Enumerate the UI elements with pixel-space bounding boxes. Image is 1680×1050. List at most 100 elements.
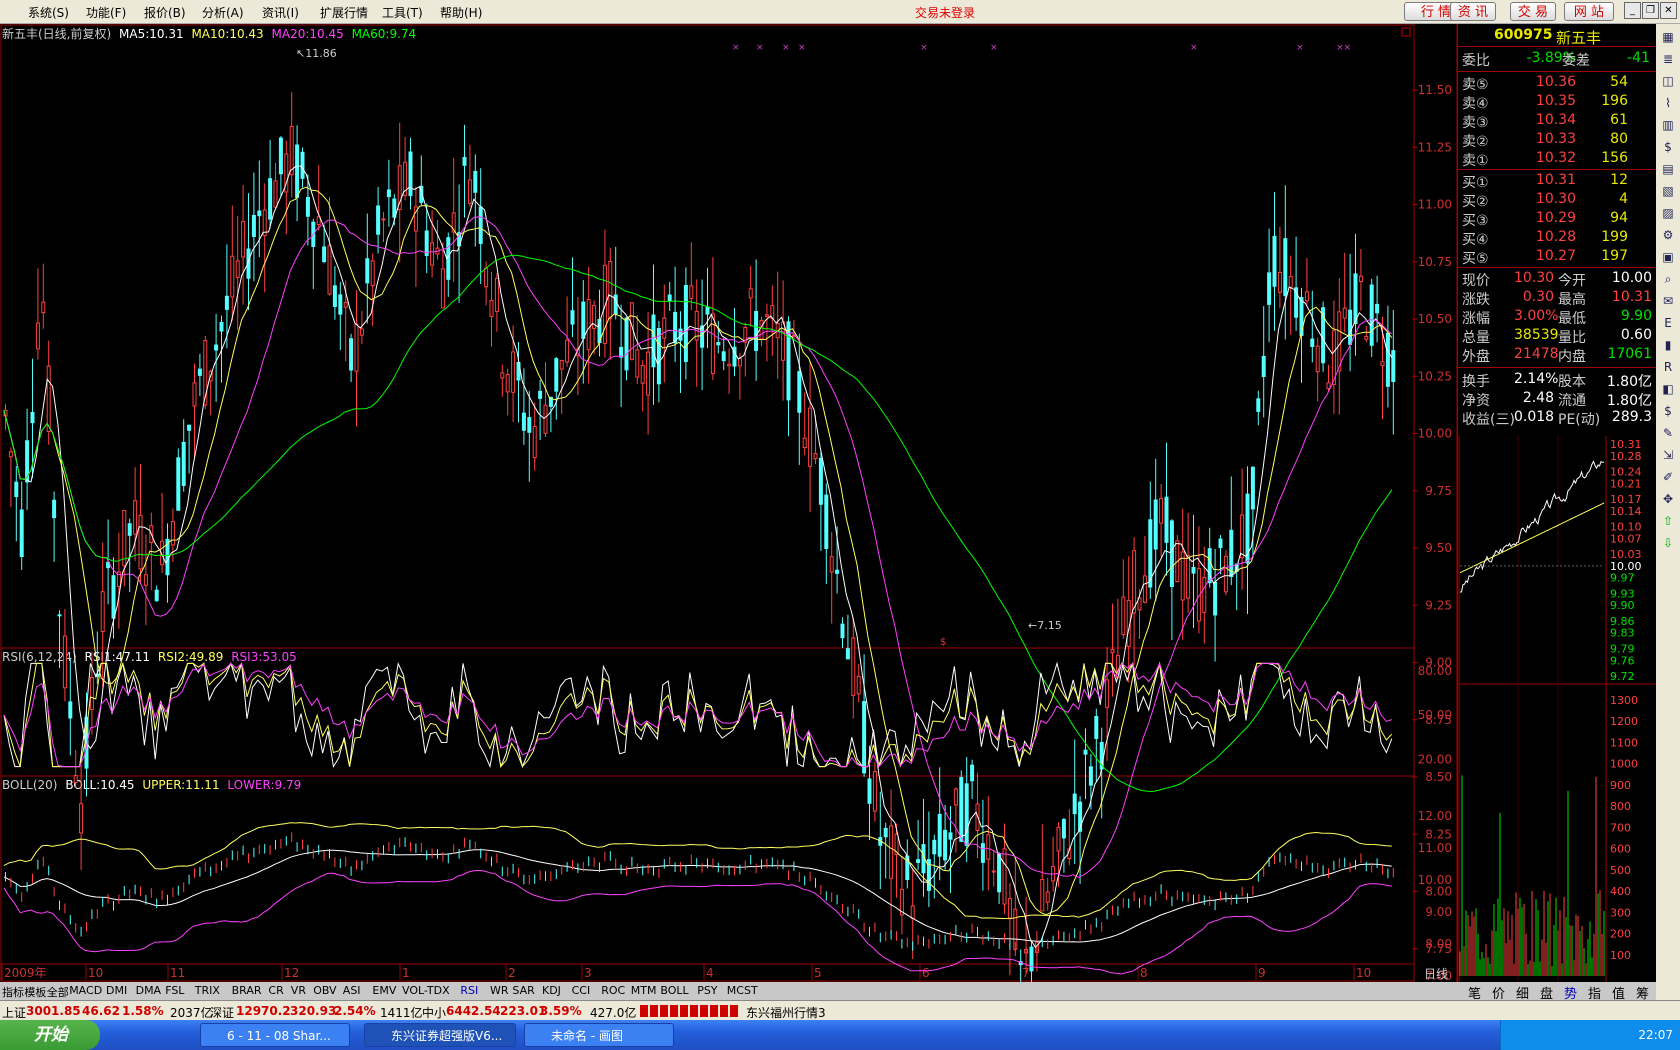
table-icon[interactable]: ▤ [1660, 162, 1676, 176]
menu-tools[interactable]: 工具(T) [382, 4, 423, 21]
indicator-tab[interactable]: DMA [136, 984, 162, 997]
taskbar-item-share[interactable]: 6 - 11 - 08 Shar... [200, 1023, 350, 1047]
candle-body [1223, 555, 1228, 593]
taskbar-item-paint[interactable]: 未命名 - 画图 [524, 1023, 674, 1047]
price-tick: 9.25 [1425, 598, 1452, 612]
candle-body [68, 701, 73, 719]
website-button[interactable]: 网 站 [1564, 2, 1614, 21]
bid-row[interactable]: 买⑤ 10.27 197 [1458, 248, 1656, 267]
ask-row[interactable]: 卖④ 10.35 196 [1458, 93, 1656, 112]
ask-row[interactable]: 卖⑤ 10.36 54 [1458, 74, 1656, 93]
bid-row[interactable]: 买④ 10.28 199 [1458, 229, 1656, 248]
indicator-tab[interactable]: KDJ [542, 984, 561, 997]
indicator-tab[interactable]: CCI [572, 984, 591, 997]
bid-row[interactable]: 买① 10.31 12 [1458, 172, 1656, 191]
candle-body [305, 196, 310, 217]
menu-extended[interactable]: 扩展行情 [320, 4, 368, 21]
arrow-up-icon[interactable]: ⇧ [1660, 514, 1676, 528]
indicator-icon[interactable]: ◧ [1660, 382, 1676, 396]
menu-system[interactable]: 系统(S) [28, 4, 69, 21]
candle-body [608, 261, 613, 319]
ask-row[interactable]: 卖② 10.33 80 [1458, 131, 1656, 150]
menu-help[interactable]: 帮助(H) [440, 4, 482, 21]
search-icon[interactable]: ⌕ [1660, 272, 1676, 286]
indicator-tab[interactable]: ASI [343, 984, 361, 997]
chart-icon[interactable]: ◫ [1660, 74, 1676, 88]
edit-icon[interactable]: ✐ [1660, 470, 1676, 484]
menu-bar: 系统(S) 功能(F) 报价(B) 分析(A) 资讯(I) 扩展行情 工具(T)… [0, 0, 1680, 24]
indicator-tab[interactable]: RSI [460, 984, 478, 997]
folder-icon[interactable]: ▨ [1660, 206, 1676, 220]
rsi-icon[interactable]: R [1660, 360, 1676, 374]
menu-info[interactable]: 资讯(I) [262, 4, 299, 21]
menu-analysis[interactable]: 分析(A) [202, 4, 244, 21]
indicator-tab[interactable]: 指标 [2, 984, 24, 1000]
trade-button[interactable]: 交 易 [1510, 2, 1556, 21]
candle-body [862, 701, 867, 774]
quote-panel: 600975 新五丰 委比 -3.89% 委差 -41 卖⑤ 10.36 54 卖④ 1… [1458, 24, 1656, 437]
pen-icon[interactable]: ✎ [1660, 426, 1676, 440]
candle-body [133, 500, 138, 535]
candle-body [1159, 497, 1164, 524]
quote-field-row: 涨跌 0.30 最高 10.31 [1462, 289, 1652, 308]
doc-icon[interactable]: ▧ [1660, 184, 1676, 198]
intraday-vol-tick: 700 [1610, 821, 1631, 834]
indicator-tab[interactable]: OBV [313, 984, 336, 997]
indicator-tab[interactable]: VOL-TDX [402, 984, 450, 997]
kline-chart[interactable]: 新五丰(日线,前复权) MA5:10.31 MA10:10.43 MA20:10… [0, 24, 1458, 982]
indicator-tab[interactable]: MACD [69, 984, 102, 997]
trend-icon[interactable]: ⌇ [1660, 96, 1676, 110]
candle-body [154, 589, 159, 602]
export-icon[interactable]: ⇲ [1660, 448, 1676, 462]
etf-icon[interactable]: E [1660, 316, 1676, 330]
candle-icon[interactable]: ▮ [1660, 338, 1676, 352]
taskbar-item-dongxing[interactable]: 东兴证券超强版V6... [364, 1023, 516, 1047]
restore-icon[interactable]: ❐ [1642, 2, 1659, 19]
indicator-tab[interactable]: SAR [512, 984, 534, 997]
indicator-tab[interactable]: 模板 [24, 984, 46, 1000]
indicator-tab[interactable]: PSY [697, 984, 717, 997]
money-icon[interactable]: $ [1660, 140, 1676, 154]
mail-icon[interactable]: ✉ [1660, 294, 1676, 308]
close-icon[interactable]: ✕ [1660, 2, 1677, 19]
windows-taskbar: 开始 6 - 11 - 08 Shar... 东兴证券超强版V6... 未命名 … [0, 1020, 1680, 1050]
candle-body [251, 214, 256, 237]
ask-row[interactable]: 卖③ 10.34 61 [1458, 112, 1656, 131]
menu-quote[interactable]: 报价(B) [144, 4, 186, 21]
indicator-tab[interactable]: EMV [372, 984, 396, 997]
indicator-tab[interactable]: 全部 [47, 984, 69, 1000]
date-tick: 1 [402, 966, 410, 980]
menu-function[interactable]: 功能(F) [86, 4, 126, 21]
move-icon[interactable]: ✥ [1660, 492, 1676, 506]
indicator-tab[interactable]: DMI [106, 984, 127, 997]
candle-body [365, 258, 370, 284]
indicator-tab[interactable]: WR [490, 984, 509, 997]
indicator-tab[interactable]: VR [291, 984, 306, 997]
bars-icon[interactable]: ▥ [1660, 118, 1676, 132]
indicator-tab[interactable]: BOLL [660, 984, 688, 997]
boll-header: BOLL(20) BOLL:10.45 UPPER:11.11 LOWER:9.… [2, 778, 301, 792]
intraday-chart[interactable]: 10.3110.2810.2410.2110.1710.1410.1010.07… [1458, 436, 1656, 982]
list-icon[interactable]: ≣ [1660, 52, 1676, 66]
indicator-tab[interactable]: BRAR [232, 984, 262, 997]
indicator-tab[interactable]: TRIX [195, 984, 220, 997]
grid-icon[interactable]: ▦ [1660, 30, 1676, 44]
start-button[interactable]: 开始 [0, 1020, 100, 1050]
ask-row[interactable]: 卖① 10.32 156 [1458, 150, 1656, 169]
arrow-down-icon[interactable]: ⇩ [1660, 536, 1676, 550]
bid-row[interactable]: 买③ 10.29 94 [1458, 210, 1656, 229]
window-icon[interactable]: ▣ [1660, 250, 1676, 264]
bid-row[interactable]: 买② 10.30 4 [1458, 191, 1656, 210]
order-price: 10.29 [1535, 210, 1576, 226]
indicator-tab[interactable]: ROC [601, 984, 625, 997]
indicator-tab[interactable]: CR [268, 984, 283, 997]
dollar-icon[interactable]: $ [1660, 404, 1676, 418]
indicator-tab[interactable]: MTM [631, 984, 657, 997]
settings-icon[interactable]: ⚙ [1660, 228, 1676, 242]
indicator-tab[interactable]: FSL [165, 984, 184, 997]
candle-body [462, 156, 467, 166]
minimize-icon[interactable]: _ [1624, 2, 1641, 19]
indicator-tab[interactable]: MCST [727, 984, 758, 997]
info-button[interactable]: 资 讯 [1450, 2, 1496, 21]
candle-body [370, 260, 375, 287]
